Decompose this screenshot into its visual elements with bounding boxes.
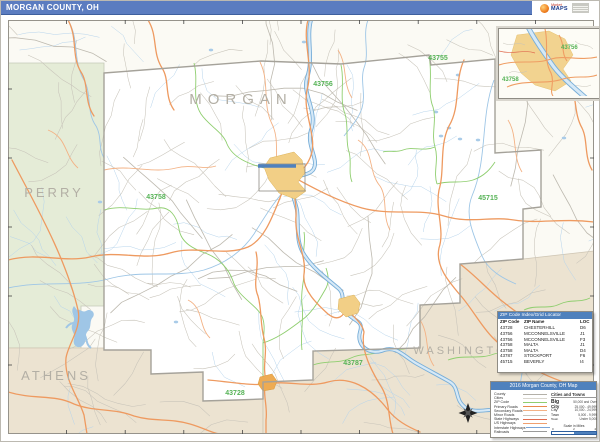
legend-swatch xyxy=(523,394,547,395)
zip-code-label: 43756 xyxy=(313,81,333,88)
logo-text-bottom: MAPS xyxy=(551,7,568,13)
map-legend: 2016 Morgan County, OH Map CountyCitiesZ… xyxy=(490,381,597,438)
zip-code-label: 45715 xyxy=(478,195,498,202)
page-title: MORGAN COUNTY, OH xyxy=(1,1,532,14)
zip-code-label: 43755 xyxy=(428,55,448,62)
pond xyxy=(302,41,306,44)
pond xyxy=(98,201,102,204)
logo-globe-icon xyxy=(540,4,549,13)
pond xyxy=(476,139,480,142)
zip-code-label: 43787 xyxy=(343,360,363,367)
legend-header: 2016 Morgan County, OH Map xyxy=(491,382,596,390)
title-bar: MORGAN COUNTY, OH xyxy=(1,1,532,15)
zip-code-label: 43728 xyxy=(225,390,245,397)
legend-swatch xyxy=(523,402,547,403)
legend-symbol-list: CountyCitiesZIP CodePrimary RoadsSeconda… xyxy=(494,392,547,435)
zip-table-header: ZIP Code Index/Grid Locator xyxy=(498,312,592,319)
legend-swatch xyxy=(523,423,547,424)
publisher-logo: Market MAPS xyxy=(532,1,600,15)
zip-table-rows: 43728CHESTERHILLD643756MCCONNELSVILLEJ14… xyxy=(498,325,592,364)
inset-map: 43758 43756 xyxy=(498,28,600,99)
map-page: MORGAN COUNTY, OH Market MAPS MORGAN PERR… xyxy=(0,0,600,442)
logo-fineprint xyxy=(572,3,589,13)
inset-zip-label-left: 43758 xyxy=(502,77,519,83)
pond xyxy=(209,49,213,52)
zip-code-label: 43758 xyxy=(146,194,166,201)
inset-zip-label-right: 43756 xyxy=(561,45,578,51)
pond xyxy=(458,138,462,141)
legend-swatch xyxy=(523,398,547,399)
legend-swatch xyxy=(523,406,547,407)
zip-index-table: ZIP Code Index/Grid Locator ZIP Code ZIP… xyxy=(497,311,593,373)
county-label: ATHENS xyxy=(21,368,91,383)
pond xyxy=(439,135,443,138)
legend-item: Railroads xyxy=(494,430,547,434)
pond xyxy=(174,321,178,324)
legend-swatch xyxy=(523,419,547,420)
inset-map-svg: 43758 43756 xyxy=(499,29,597,96)
county-label: PERRY xyxy=(24,185,84,200)
scale-bar-block: Scale in Miles 024 xyxy=(551,424,597,436)
cities-towns-list: Big50,000 and OverCity25,000 - 49,999Cit… xyxy=(551,399,597,422)
scale-bar xyxy=(551,431,597,436)
pond xyxy=(562,137,566,140)
county-label: MORGAN xyxy=(189,91,293,108)
legend-swatch xyxy=(526,427,550,428)
legend-swatch xyxy=(523,410,547,411)
zip-table-row: 45715BEVERLYI4 xyxy=(498,359,592,365)
legend-swatch xyxy=(523,415,547,416)
city-class-row: TownUnder 5,000 xyxy=(551,417,597,422)
cities-towns-header: Cities and Towns xyxy=(551,392,597,398)
legend-swatch xyxy=(523,431,547,432)
